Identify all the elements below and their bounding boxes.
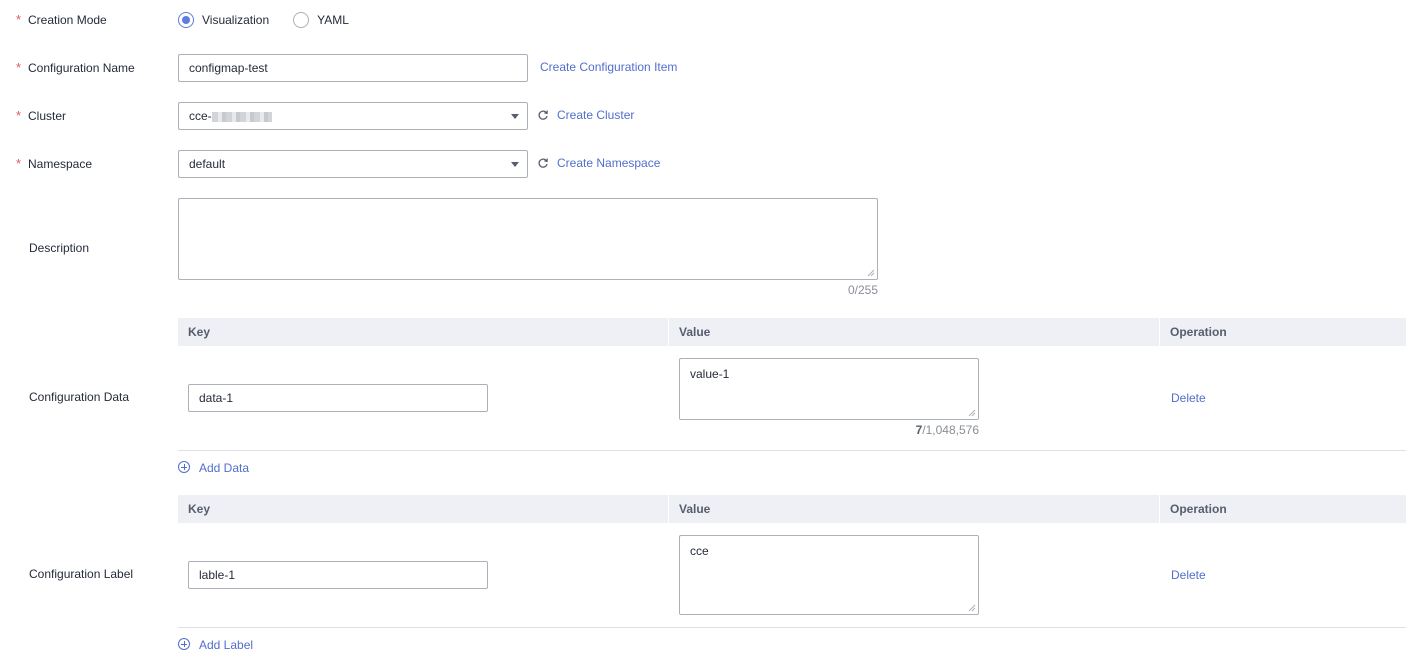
column-header-operation: Operation	[1170, 325, 1227, 339]
column-header-value: Value	[679, 502, 711, 516]
namespace-label: * Namespace	[16, 156, 93, 171]
cluster-label: * Cluster	[16, 108, 67, 123]
add-circle-icon[interactable]	[178, 461, 190, 473]
creation-mode-label: * Creation Mode	[16, 12, 107, 27]
configuration-label-label: Configuration Label	[29, 567, 134, 581]
data-value-textarea[interactable]: value-1	[679, 358, 979, 420]
cluster-select-value: cce-	[189, 109, 212, 123]
resize-handle-icon[interactable]	[968, 604, 976, 612]
column-header-value: Value	[679, 325, 711, 339]
label-key-input[interactable]: lable-1	[188, 561, 488, 589]
required-asterisk: *	[16, 156, 22, 171]
radio-unchecked-icon[interactable]	[293, 12, 310, 28]
column-header-key: Key	[188, 325, 211, 339]
namespace-select[interactable]: default	[178, 150, 528, 178]
column-header-key: Key	[188, 502, 211, 516]
table-row-divider	[178, 627, 1406, 628]
chevron-down-icon	[511, 162, 519, 167]
description-counter: 0/255	[847, 283, 878, 297]
namespace-select-value: default	[189, 157, 226, 171]
add-data-link[interactable]: Add Data	[199, 460, 249, 476]
cluster-select[interactable]: cce-	[178, 102, 528, 130]
add-label-link[interactable]: Add Label	[199, 637, 253, 653]
radio-visualization[interactable]: Visualization	[178, 12, 269, 28]
chevron-down-icon	[511, 114, 519, 119]
column-header-operation: Operation	[1170, 502, 1227, 516]
resize-handle-icon[interactable]	[867, 269, 875, 277]
create-cluster-link[interactable]: Create Cluster	[557, 107, 634, 123]
required-asterisk: *	[16, 108, 22, 123]
configuration-name-input[interactable]: configmap-test	[178, 54, 528, 82]
delete-label-link[interactable]: Delete	[1171, 567, 1206, 583]
description-label: Description	[29, 241, 90, 255]
refresh-icon[interactable]	[537, 157, 549, 169]
description-textarea[interactable]	[178, 198, 878, 280]
create-configuration-item-link[interactable]: Create Configuration Item	[540, 59, 677, 75]
radio-checked-icon[interactable]	[178, 12, 194, 28]
label-value-textarea[interactable]: cce	[679, 535, 979, 615]
data-value-counter: 7/1,048,576	[915, 423, 979, 437]
configuration-label-table-header: Key Value Operation	[178, 495, 1406, 523]
add-circle-icon[interactable]	[178, 638, 190, 650]
resize-handle-icon[interactable]	[968, 409, 976, 417]
table-row-divider	[178, 450, 1406, 451]
delete-data-link[interactable]: Delete	[1171, 390, 1206, 406]
creation-mode-radio-group: Visualization YAML	[178, 11, 373, 29]
configuration-data-label: Configuration Data	[29, 390, 130, 404]
configuration-data-table-header: Key Value Operation	[178, 318, 1406, 346]
redacted-text	[211, 111, 272, 122]
configuration-name-label: * Configuration Name	[16, 60, 135, 75]
refresh-icon[interactable]	[537, 109, 549, 121]
data-key-input[interactable]: data-1	[188, 384, 488, 412]
required-asterisk: *	[16, 60, 22, 75]
radio-yaml[interactable]: YAML	[293, 12, 349, 28]
create-namespace-link[interactable]: Create Namespace	[557, 155, 660, 171]
required-asterisk: *	[16, 12, 22, 27]
